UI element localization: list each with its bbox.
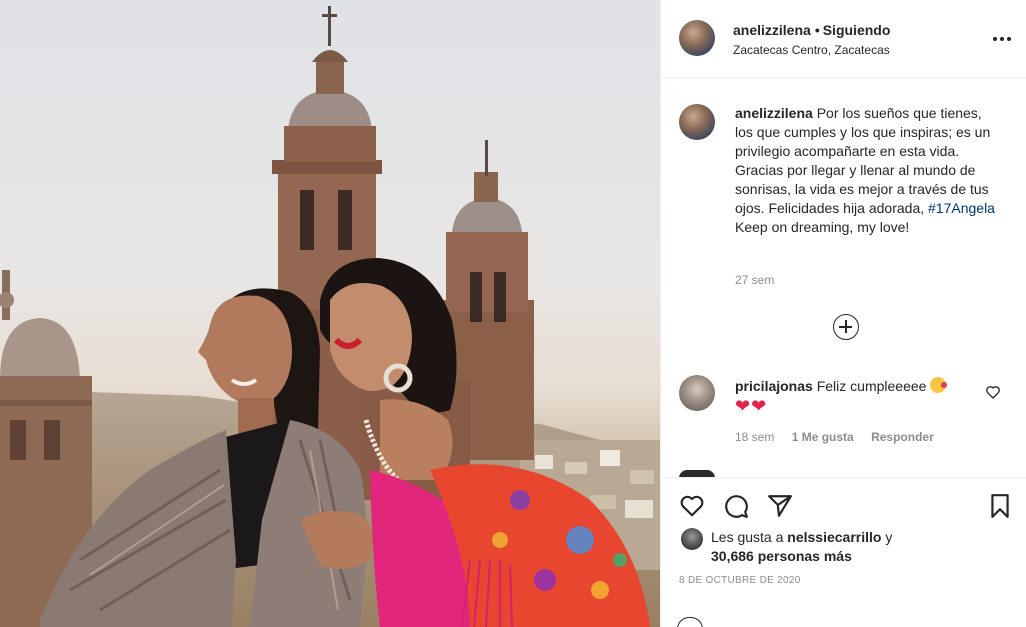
author-username[interactable]: anelizzilena [733,22,811,38]
likes-conj: y [885,529,893,545]
post-photo[interactable] [0,0,660,627]
heart-icon[interactable] [679,493,705,519]
caption-username[interactable]: anelizzilena [735,105,813,121]
more-icon[interactable] [993,30,1013,46]
comment-time[interactable]: 18 sem [735,430,774,444]
comment-likes[interactable]: 1 Me gusta [792,430,854,444]
caption-timestamp[interactable]: 27 sem [735,273,774,287]
comment-icon[interactable] [723,493,749,519]
photo-illustration [0,6,660,627]
liker-username[interactable]: nelssiecarrillo [787,529,881,545]
comment-username[interactable]: pricilajonas [735,378,813,394]
bookmark-icon[interactable] [987,493,1013,519]
liker-avatar[interactable] [681,528,703,550]
comment-item: pricilajonas Feliz cumpleeeee ❤❤ [735,376,975,417]
caption-avatar[interactable] [679,104,715,140]
likes-prefix: Les gusta a [711,529,784,545]
author-username-line: anelizzilena • Siguiendo [733,22,890,38]
heart-emoji-icon: ❤❤ [735,396,768,416]
post-header: anelizzilena • Siguiendo Zacatecas Centro,… [661,0,1026,78]
comment-avatar[interactable] [679,375,715,411]
caption-text-end: Keep on dreaming, my love! [735,219,910,235]
caption-hashtag[interactable]: #17Angela [928,200,995,216]
comment-reply-button[interactable]: Responder [871,430,934,444]
post-date[interactable]: 8 DE OCTUBRE DE 2020 [679,575,801,586]
post-location[interactable]: Zacatecas Centro, Zacatecas [733,43,890,57]
share-icon[interactable] [767,493,793,519]
likes-summary: Les gusta a nelssiecarrillo y 30,686 per… [711,528,892,566]
author-avatar[interactable] [679,20,715,56]
load-more-comments-icon[interactable] [833,314,859,340]
post-caption: anelizzilena Por los sueños que tienes, … [735,104,997,237]
kiss-emoji-icon [930,377,948,393]
comment-meta: 18 sem 1 Me gusta Responder [735,430,948,444]
header-separator: • [814,22,820,38]
comment-like-icon[interactable] [985,384,1001,400]
follow-status-button[interactable]: Siguiendo [823,22,891,38]
likes-others[interactable]: 30,686 personas más [711,548,852,564]
comment-text: Feliz cumpleeeee [816,378,927,394]
post-detail-panel: anelizzilena • Siguiendo Zacatecas Centro,… [660,0,1026,627]
